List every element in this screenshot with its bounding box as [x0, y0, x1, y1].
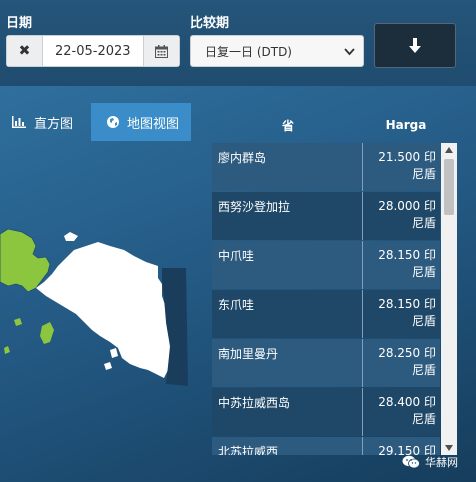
tab-map-label: 地图视图: [127, 116, 180, 132]
table-header: 省 Harga: [212, 110, 458, 140]
table-row[interactable]: 中苏拉威西岛 28.400 印尼盾: [212, 388, 440, 436]
table-scrollbar[interactable]: [441, 143, 457, 455]
scroll-thumb[interactable]: [444, 159, 454, 215]
date-field[interactable]: [43, 36, 143, 66]
province-cell: 中苏拉威西岛: [212, 388, 363, 436]
province-cell: 东爪哇: [212, 290, 363, 338]
price-cell: 28.250 印尼盾: [378, 346, 436, 377]
bar-chart-icon: [12, 116, 26, 128]
close-icon: ✖: [18, 43, 31, 59]
table-row[interactable]: 南加里曼丹 28.250 印尼盾: [212, 339, 440, 387]
price-cell: 28.150 印尼盾: [378, 248, 436, 279]
watermark: 华赫网: [402, 452, 458, 472]
province-cell: 北苏拉威西: [212, 437, 363, 455]
compare-period-select[interactable]: 日复一日 (DTD): [190, 35, 364, 67]
price-cell: 28.400 印尼盾: [378, 395, 436, 426]
table-row[interactable]: 廖内群岛 21.500 印尼盾: [212, 143, 440, 191]
map-region-papua: [36, 242, 170, 378]
province-cell: 西努沙登加拉: [212, 192, 363, 240]
globe-icon: [107, 116, 119, 128]
triangle-up-icon: [445, 147, 453, 153]
scroll-up-button[interactable]: [441, 143, 457, 157]
calendar-button[interactable]: [143, 36, 179, 66]
calendar-icon: [155, 44, 168, 58]
chevron-down-icon: [344, 48, 355, 56]
price-column-header[interactable]: Harga: [364, 118, 458, 132]
date-picker: ✖: [6, 35, 180, 67]
compare-selected-value: 日复一日 (DTD): [205, 44, 292, 59]
province-cell: 南加里曼丹: [212, 339, 363, 387]
arrow-down-icon: [409, 37, 421, 53]
price-cell: 21.500 印尼盾: [378, 150, 436, 181]
province-column-header[interactable]: 省: [212, 117, 364, 134]
tab-histogram[interactable]: 直方图: [8, 103, 88, 141]
triangle-down-icon: [445, 445, 453, 451]
price-cell: 28.150 印尼盾: [378, 297, 436, 328]
apply-filter-button[interactable]: [374, 23, 456, 68]
compare-label: 比较期: [190, 16, 230, 31]
indonesia-map: [0, 228, 188, 386]
table-row[interactable]: 中爪哇 28.150 印尼盾: [212, 241, 440, 289]
province-cell: 中爪哇: [212, 241, 363, 289]
date-label: 日期: [6, 16, 33, 31]
tab-map-view[interactable]: 地图视图: [91, 103, 191, 141]
price-cell: 28.000 印尼盾: [378, 199, 436, 230]
content-area: 直方图 地图视图 省 Harga 廖内群岛 21.500 印尼盾 西努沙登加拉 …: [0, 86, 476, 482]
tab-histogram-label: 直方图: [34, 116, 74, 132]
watermark-text: 华赫网: [425, 456, 458, 469]
table-body: 廖内群岛 21.500 印尼盾 西努沙登加拉 28.000 印尼盾 中爪哇 28…: [212, 143, 440, 455]
filter-panel: 日期 ✖ 比较期 日复一日 (DTD): [0, 0, 476, 86]
table-row[interactable]: 西努沙登加拉 28.000 印尼盾: [212, 192, 440, 240]
province-cell: 廖内群岛: [212, 143, 363, 191]
table-row[interactable]: 东爪哇 28.150 印尼盾: [212, 290, 440, 338]
clear-date-button[interactable]: ✖: [7, 36, 43, 66]
wechat-icon: [402, 455, 420, 469]
price-table: 省 Harga 廖内群岛 21.500 印尼盾 西努沙登加拉 28.000 印尼…: [212, 110, 458, 482]
